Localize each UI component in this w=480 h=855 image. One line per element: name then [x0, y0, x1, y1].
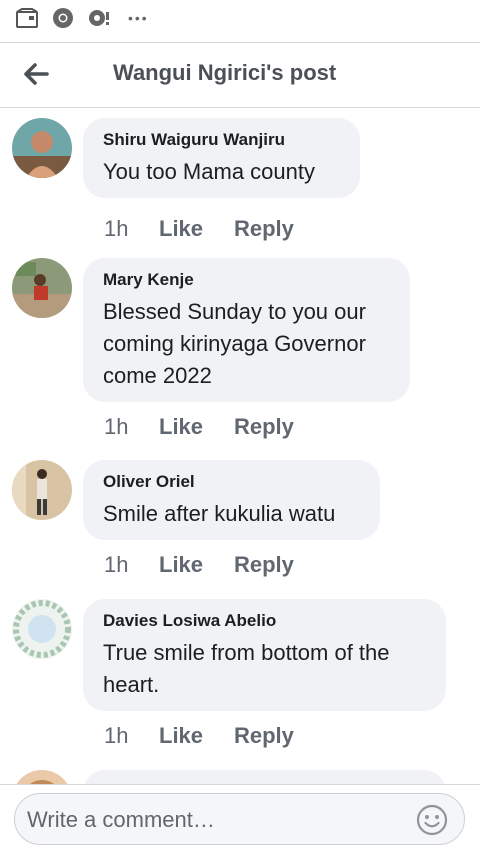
comment-text: True smile from bottom of the heart.	[103, 640, 390, 697]
like-button[interactable]: Like	[159, 552, 234, 578]
comment-bubble	[83, 770, 446, 784]
comment-time: 1h	[104, 414, 129, 439]
comment-bubble: Shiru Waiguru Wanjiru You too Mama count…	[83, 118, 360, 198]
avatar[interactable]	[12, 599, 72, 659]
comment-bubble: Oliver Oriel Smile after kukulia watu	[83, 460, 380, 540]
avatar[interactable]	[12, 460, 72, 520]
reply-button[interactable]: Reply	[234, 552, 294, 578]
comment-bubble: Davies Losiwa Abelio True smile from bot…	[83, 599, 446, 711]
comment-text: You too Mama county	[103, 159, 315, 184]
comment-author[interactable]: Davies Losiwa Abelio	[103, 611, 426, 631]
comment-actions: 1h Like Reply	[104, 216, 294, 242]
like-button[interactable]: Like	[159, 216, 234, 242]
comment-input[interactable]	[25, 802, 409, 838]
comment-time: 1h	[104, 723, 129, 748]
smiley-icon	[416, 804, 448, 836]
post-header: Wangui Ngirici's post	[0, 42, 480, 108]
comment-author[interactable]: Shiru Waiguru Wanjiru	[103, 130, 340, 150]
comment-composer-bar	[0, 784, 480, 855]
avatar[interactable]	[12, 770, 72, 784]
comment-text: Blessed Sunday to you our coming kirinya…	[103, 299, 366, 388]
comment-text: Smile after kukulia watu	[103, 501, 336, 526]
more-dots-icon: •••	[128, 10, 149, 26]
comment-time: 1h	[104, 216, 129, 241]
reply-button[interactable]: Reply	[234, 216, 294, 242]
avatar[interactable]	[12, 118, 72, 178]
vpn-key-icon	[88, 7, 112, 29]
like-button[interactable]: Like	[159, 414, 234, 440]
chrome-icon	[52, 7, 74, 29]
comment-time: 1h	[104, 552, 129, 577]
comment-author[interactable]: Oliver Oriel	[103, 472, 360, 492]
comment-bubble: Mary Kenje Blessed Sunday to you our com…	[83, 258, 410, 402]
comment-actions: 1h Like Reply	[104, 552, 294, 578]
comment-author[interactable]: Mary Kenje	[103, 270, 390, 290]
status-bar: •••	[0, 0, 480, 40]
back-button[interactable]	[18, 56, 54, 92]
reply-button[interactable]: Reply	[234, 723, 294, 749]
comment-composer	[14, 793, 465, 845]
like-button[interactable]: Like	[159, 723, 234, 749]
emoji-button[interactable]	[416, 804, 448, 836]
reply-button[interactable]: Reply	[234, 414, 294, 440]
back-arrow-icon	[24, 63, 49, 85]
avatar[interactable]	[12, 258, 72, 318]
comment-actions: 1h Like Reply	[104, 723, 294, 749]
comment-actions: 1h Like Reply	[104, 414, 294, 440]
comment-list: Shiru Waiguru Wanjiru You too Mama count…	[0, 108, 480, 784]
notification-tray-icon	[16, 7, 38, 29]
page-title: Wangui Ngirici's post	[113, 60, 337, 85]
